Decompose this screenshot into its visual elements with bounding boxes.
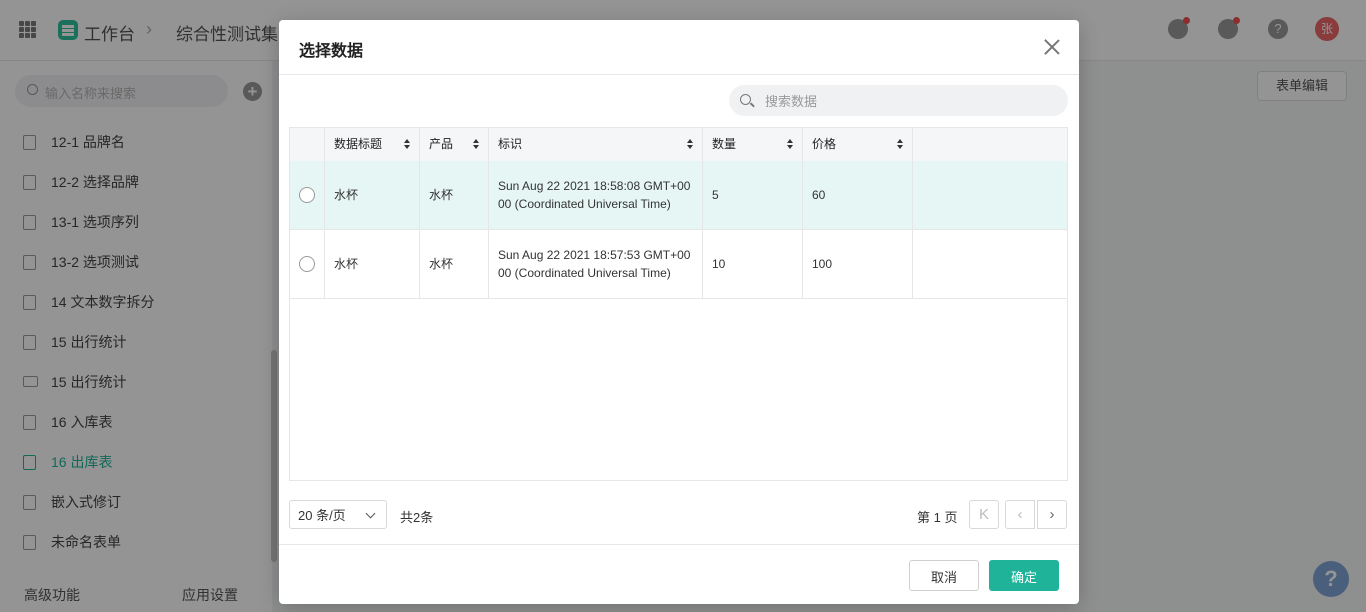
total-count: 共2条 — [400, 510, 434, 525]
cell-price: 100 — [803, 230, 913, 298]
cell-id: Sun Aug 22 2021 18:58:08 GMT+0000 (Coord… — [489, 161, 703, 229]
prev-page-icon[interactable]: ‹ — [1005, 500, 1035, 529]
cell-product: 水杯 — [420, 161, 489, 229]
column-header-qty[interactable]: 数量 — [703, 128, 803, 161]
dialog-title: 选择数据 — [299, 43, 364, 60]
cell-title: 水杯 — [325, 161, 420, 229]
dialog-footer: 取消 确定 — [279, 544, 1079, 605]
sort-icon[interactable] — [404, 139, 410, 150]
data-search-input[interactable] — [763, 85, 1057, 118]
cell-qty: 10 — [703, 230, 803, 298]
next-page-icon[interactable]: › — [1037, 500, 1067, 529]
sort-icon[interactable] — [897, 139, 903, 150]
cell-title: 水杯 — [325, 230, 420, 298]
sort-icon[interactable] — [787, 139, 793, 150]
cell-qty: 5 — [703, 161, 803, 229]
column-header-id[interactable]: 标识 — [489, 128, 703, 161]
confirm-button[interactable]: 确定 — [989, 560, 1059, 591]
column-header-product[interactable]: 产品 — [420, 128, 489, 161]
data-search — [729, 85, 1068, 118]
table-header: 数据标题 产品 标识 数量 价格 — [290, 128, 1067, 162]
table-row[interactable]: 水杯 水杯 Sun Aug 22 2021 18:57:53 GMT+0000 … — [290, 230, 1067, 299]
data-table: 数据标题 产品 标识 数量 价格 水杯 水杯 Sun Aug 22 2021 1… — [289, 127, 1068, 481]
row-radio[interactable] — [299, 187, 315, 203]
select-column-header — [290, 128, 325, 161]
cell-product: 水杯 — [420, 230, 489, 298]
cancel-button[interactable]: 取消 — [909, 560, 979, 591]
table-row[interactable]: 水杯 水杯 Sun Aug 22 2021 18:58:08 GMT+0000 … — [290, 161, 1067, 230]
cell-empty — [913, 230, 1067, 298]
row-radio[interactable] — [299, 256, 315, 272]
column-header-empty — [913, 128, 1067, 161]
first-page-icon[interactable]: K — [969, 500, 999, 529]
cell-id: Sun Aug 22 2021 18:57:53 GMT+0000 (Coord… — [489, 230, 703, 298]
page-size-select[interactable]: 20 条/页 — [289, 500, 387, 529]
select-data-dialog: 选择数据 数据标题 产品 标识 数量 价格 水杯 水杯 Sun Aug 22 2… — [279, 20, 1079, 604]
column-header-title[interactable]: 数据标题 — [325, 128, 420, 161]
row-select-cell — [290, 230, 325, 298]
sort-icon[interactable] — [687, 139, 693, 150]
search-icon — [740, 94, 751, 105]
current-page-label: 第 1 页 — [917, 510, 958, 525]
sort-icon[interactable] — [473, 139, 479, 150]
chevron-down-icon — [365, 508, 376, 519]
close-icon[interactable] — [1041, 36, 1063, 58]
column-header-price[interactable]: 价格 — [803, 128, 913, 161]
dialog-header: 选择数据 — [279, 20, 1079, 75]
cell-price: 60 — [803, 161, 913, 229]
pagination-bar: 20 条/页 共2条 第 1 页 K ‹ › — [289, 500, 1068, 531]
cell-empty — [913, 161, 1067, 229]
row-select-cell — [290, 161, 325, 229]
